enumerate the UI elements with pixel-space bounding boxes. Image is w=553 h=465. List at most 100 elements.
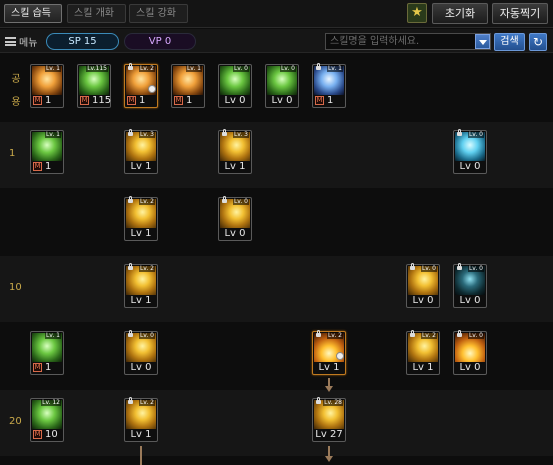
sp-counter: SP 15 bbox=[46, 33, 119, 50]
m-badge-icon: M bbox=[33, 430, 42, 439]
skill-slot[interactable]: Lv. 0 Lv 0 bbox=[453, 129, 487, 174]
lock-icon bbox=[410, 263, 415, 270]
search-button[interactable]: 검색 bbox=[494, 33, 525, 51]
skill-value: Lv 0 bbox=[224, 228, 246, 239]
m-badge-icon: M bbox=[80, 96, 89, 105]
lock-icon bbox=[316, 63, 321, 70]
skill-value: Lv 1 bbox=[130, 228, 152, 239]
skill-slot[interactable]: Lv. 2 Lv 1 bbox=[312, 330, 346, 375]
lock-icon bbox=[316, 397, 321, 404]
skill-level-tag: Lv. 3 bbox=[138, 131, 155, 138]
lock-icon bbox=[128, 129, 133, 136]
lock-icon bbox=[222, 196, 227, 203]
skill-slot[interactable]: Lv. 3 Lv 1 bbox=[124, 129, 158, 174]
skill-value: Lv 27 bbox=[315, 429, 343, 440]
connector-line bbox=[140, 446, 142, 465]
skill-level-tag: Lv. 2 bbox=[138, 399, 155, 406]
m-badge-icon: M bbox=[174, 96, 183, 105]
reset-button[interactable]: 초기화 bbox=[432, 3, 488, 24]
arrow-down-icon bbox=[325, 386, 333, 392]
skill-slot[interactable]: Lv. 1 M 1 bbox=[30, 331, 64, 375]
lock-icon bbox=[128, 263, 133, 270]
connector-line bbox=[328, 378, 330, 386]
menu-icon[interactable] bbox=[5, 37, 16, 46]
row-label-shared: 공용 bbox=[11, 74, 21, 108]
skill-level-tag: Lv. 0 bbox=[279, 65, 296, 72]
auto-assign-button[interactable]: 자동찍기 bbox=[492, 3, 548, 24]
skill-slot[interactable]: Lv. 12 M 10 bbox=[30, 398, 64, 442]
skill-slot[interactable]: Lv. 1 M 1 bbox=[30, 130, 64, 174]
lock-icon bbox=[457, 263, 462, 270]
skill-value: Lv 0 bbox=[224, 95, 246, 106]
skill-slot[interactable]: Lv. 0 Lv 0 bbox=[453, 263, 487, 308]
skill-value: 1 bbox=[186, 95, 193, 106]
skill-level-tag: Lv. 0 bbox=[138, 332, 155, 339]
skill-value: 1 bbox=[327, 95, 334, 106]
tab-skill-bloom[interactable]: 스킬 개화 bbox=[67, 4, 126, 23]
skill-level-tag: Lv. 0 bbox=[232, 198, 249, 205]
skill-slot[interactable]: Lv. 28 Lv 27 bbox=[312, 397, 346, 442]
skill-level-tag: Lv. 0 bbox=[420, 265, 437, 272]
skill-slot[interactable]: Lv. 2 Lv 1 bbox=[406, 330, 440, 375]
lock-icon bbox=[128, 330, 133, 337]
lock-icon bbox=[457, 330, 462, 337]
skill-value: Lv 1 bbox=[130, 429, 152, 440]
skill-slot[interactable]: Lv. 3 Lv 1 bbox=[218, 129, 252, 174]
lock-icon bbox=[128, 397, 133, 404]
skill-search-input[interactable] bbox=[325, 33, 491, 50]
skill-level-tag: Lv. 0 bbox=[232, 65, 249, 72]
tab-skill-learn[interactable]: 스킬 습득 bbox=[4, 4, 62, 23]
skill-level-tag: Lv. 1 bbox=[44, 131, 61, 138]
skill-slot[interactable]: Lv. 2 Lv 1 bbox=[124, 397, 158, 442]
skill-slot[interactable]: Lv. 0 Lv 0 bbox=[265, 64, 299, 108]
menu-label[interactable]: 메뉴 bbox=[19, 34, 37, 49]
skill-level-tag: Lv. 2 bbox=[138, 198, 155, 205]
clock-icon bbox=[336, 352, 344, 360]
skill-level-tag: Lv. 1 bbox=[185, 65, 202, 72]
skill-level-tag: Lv. 2 bbox=[138, 265, 155, 272]
skill-level-tag: Lv. 2 bbox=[420, 332, 437, 339]
skill-value: Lv 1 bbox=[224, 161, 246, 172]
skill-slot[interactable]: Lv. 1 M 1 bbox=[312, 63, 346, 108]
skill-slot[interactable]: Lv. 2 M 1 bbox=[124, 63, 158, 108]
lock-icon bbox=[316, 330, 321, 337]
skill-level-tag: Lv. 28 bbox=[323, 399, 343, 406]
skill-slot[interactable]: Lv. 0 Lv 0 bbox=[124, 330, 158, 375]
skill-value: 1 bbox=[45, 95, 52, 106]
m-badge-icon: M bbox=[33, 96, 42, 105]
skill-level-tag: Lv. 0 bbox=[467, 265, 484, 272]
skill-slot[interactable]: Lv.115 M 115 bbox=[77, 64, 111, 108]
skill-level-tag: Lv. 1 bbox=[44, 332, 61, 339]
skill-value: Lv 0 bbox=[459, 295, 481, 306]
skill-slot[interactable]: Lv. 2 Lv 1 bbox=[124, 263, 158, 308]
skill-value: Lv 1 bbox=[130, 295, 152, 306]
m-badge-icon: M bbox=[127, 96, 136, 105]
skill-value: 1 bbox=[45, 362, 52, 373]
skill-value: Lv 1 bbox=[412, 362, 434, 373]
skill-level-tag: Lv.115 bbox=[86, 65, 108, 72]
skill-value: Lv 0 bbox=[271, 95, 293, 106]
chevron-down-icon[interactable] bbox=[475, 34, 490, 49]
arrow-down-icon bbox=[325, 456, 333, 462]
skill-slot[interactable]: Lv. 1 M 1 bbox=[30, 64, 64, 108]
tab-skill-enhance[interactable]: 스킬 강화 bbox=[129, 4, 188, 23]
refresh-icon[interactable]: ↻ bbox=[529, 33, 547, 51]
row-band bbox=[0, 390, 553, 456]
skill-value: Lv 0 bbox=[130, 362, 152, 373]
skill-value: Lv 0 bbox=[459, 362, 481, 373]
skill-level-tag: Lv. 3 bbox=[232, 131, 249, 138]
m-badge-icon: M bbox=[33, 363, 42, 372]
skill-level-tag: Lv. 0 bbox=[467, 131, 484, 138]
star-icon[interactable]: ★ bbox=[407, 3, 427, 23]
top-tab-bar: 스킬 습득 스킬 개화 스킬 강화 ★ 초기화 자동찍기 bbox=[0, 0, 553, 28]
skill-value: Lv 1 bbox=[318, 362, 340, 373]
skill-slot[interactable]: Lv. 1 M 1 bbox=[171, 64, 205, 108]
skill-slot[interactable]: Lv. 0 Lv 0 bbox=[218, 64, 252, 108]
skill-slot[interactable]: Lv. 2 Lv 1 bbox=[124, 196, 158, 241]
skill-level-tag: Lv. 2 bbox=[138, 65, 155, 72]
row-label-1: 1 bbox=[9, 148, 16, 159]
skill-slot[interactable]: Lv. 0 Lv 0 bbox=[453, 330, 487, 375]
skill-slot[interactable]: Lv. 0 Lv 0 bbox=[218, 196, 252, 241]
skill-slot[interactable]: Lv. 0 Lv 0 bbox=[406, 263, 440, 308]
skill-level-tag: Lv. 12 bbox=[41, 399, 61, 406]
